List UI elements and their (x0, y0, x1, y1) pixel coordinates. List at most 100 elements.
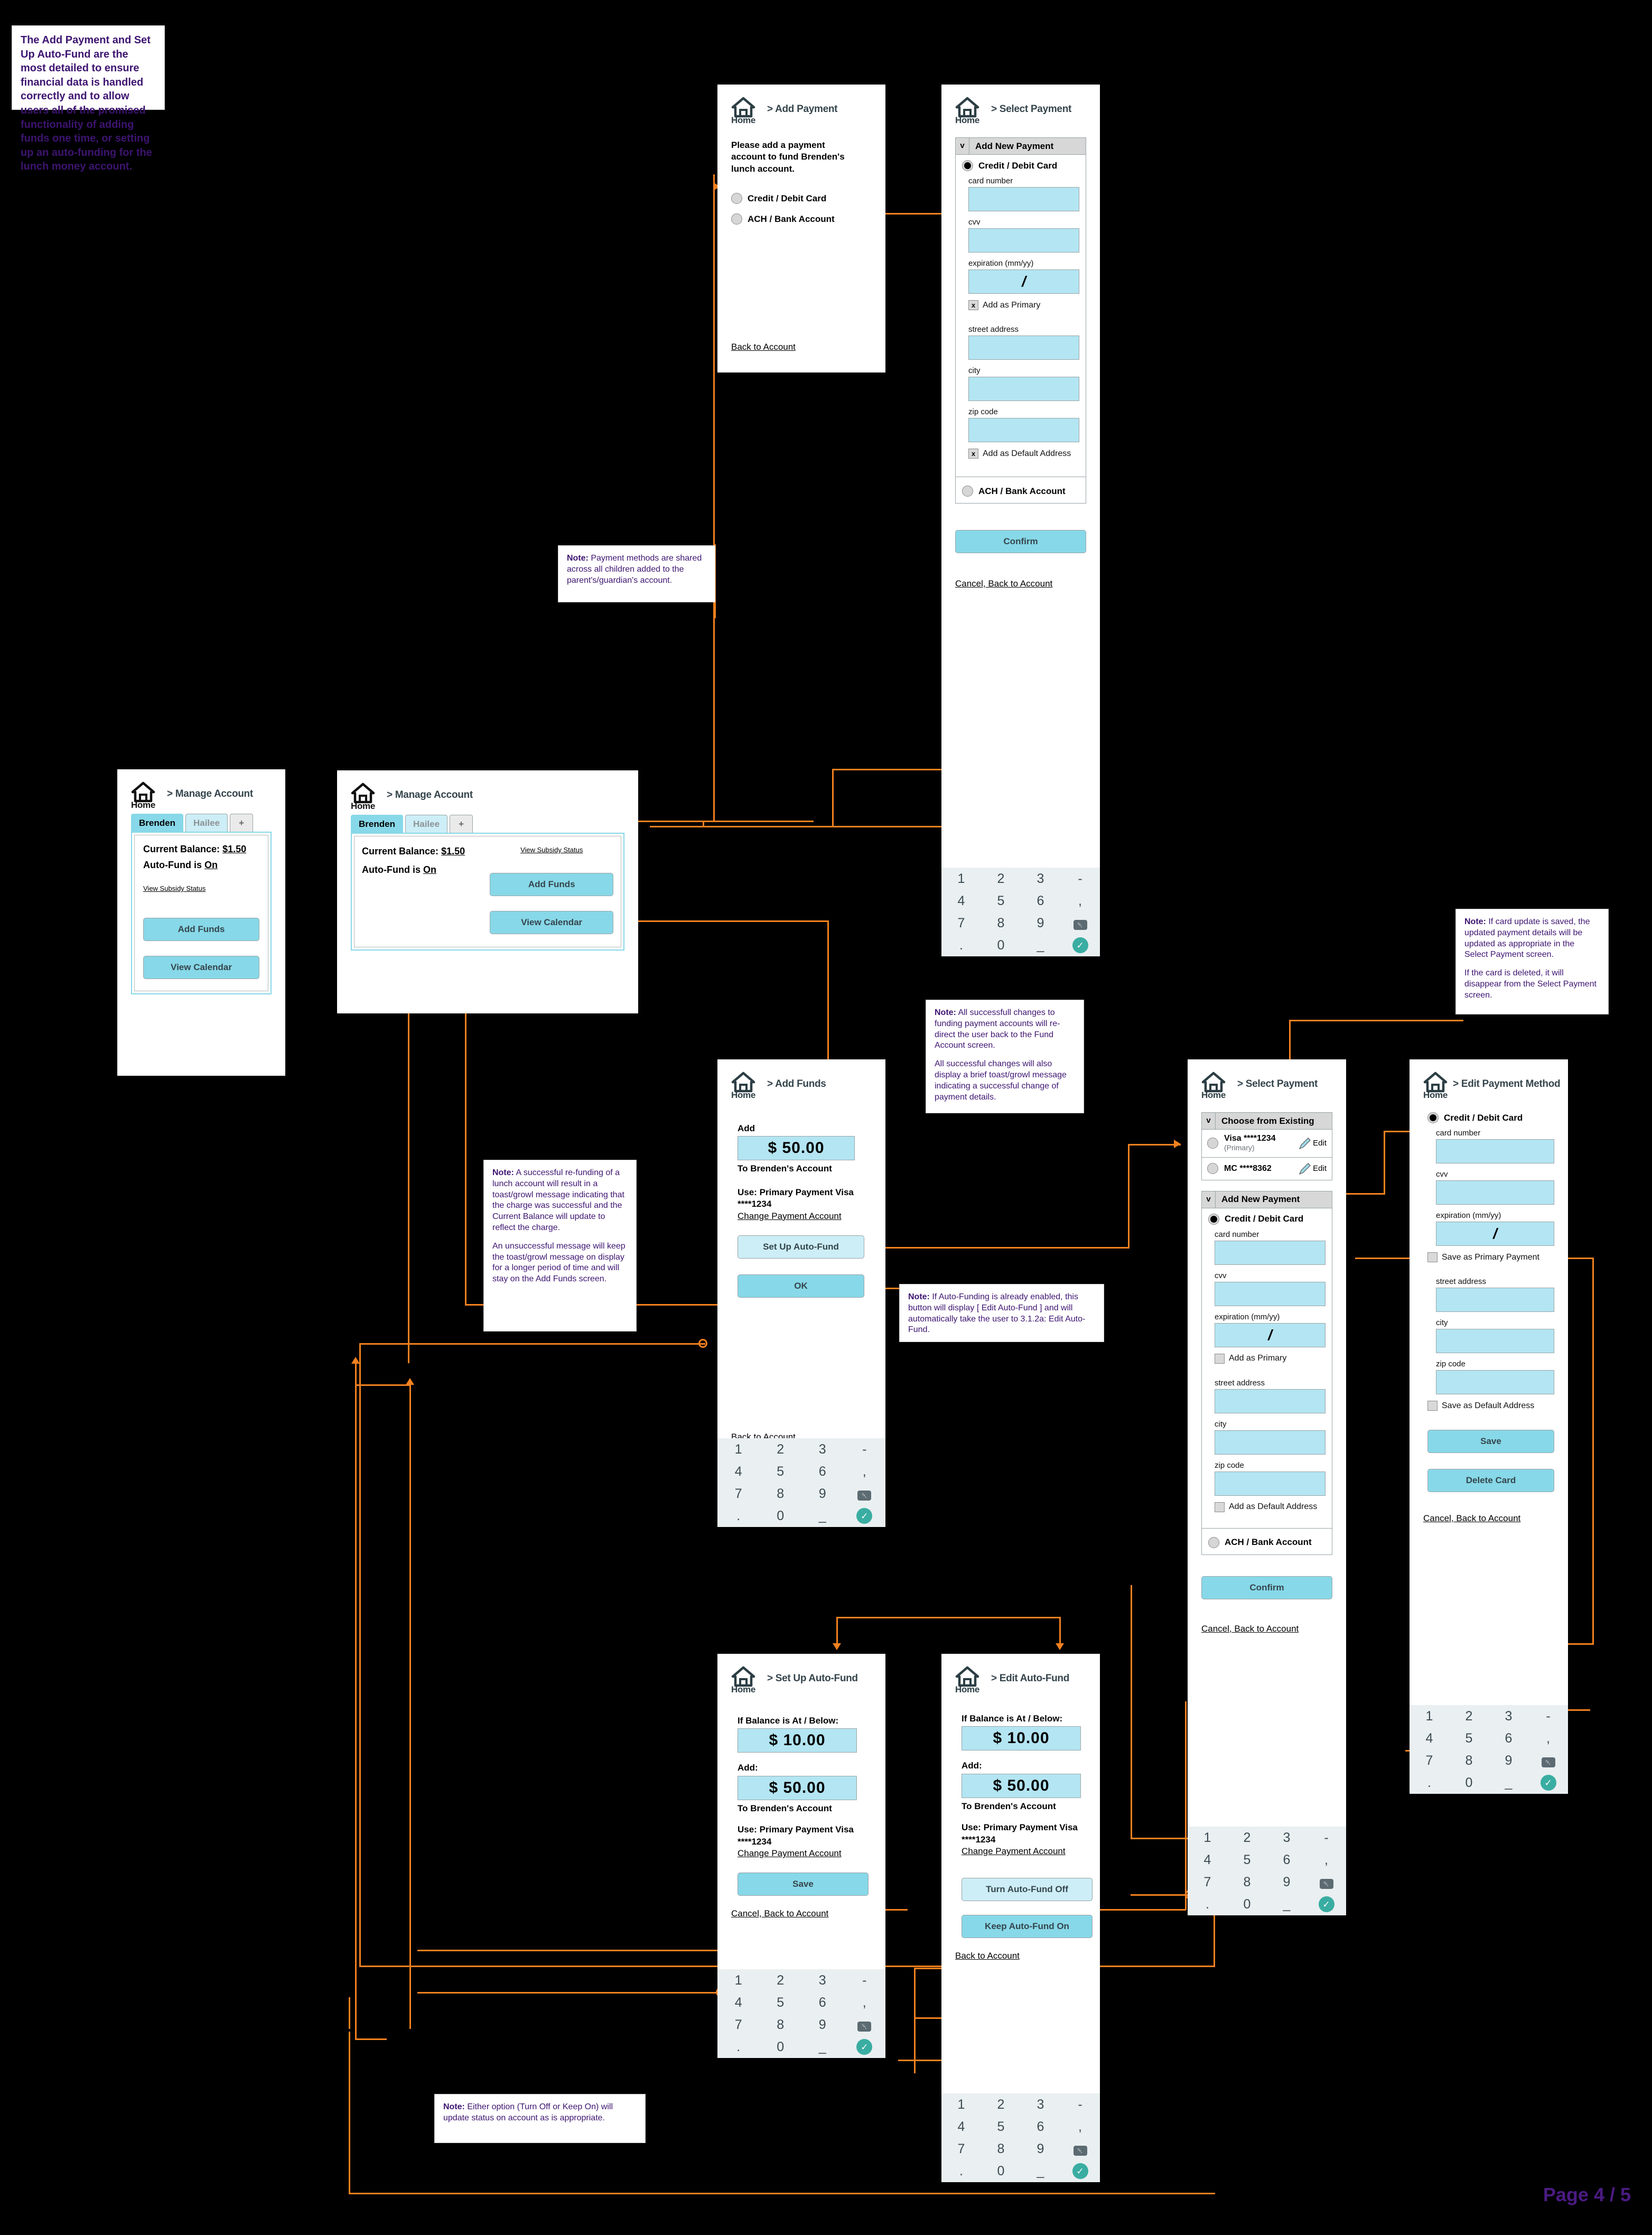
checkbox-save-as-primary-payment[interactable]: Save as Primary Payment (1427, 1252, 1554, 1262)
key-enter[interactable]: ✓ (1060, 2163, 1100, 2179)
view-calendar-button[interactable]: View Calendar (143, 956, 259, 979)
key-period[interactable]: . (717, 2040, 760, 2054)
key-backspace[interactable]: ␡ (1528, 1754, 1568, 1767)
key-7[interactable]: 7 (1188, 1875, 1227, 1889)
street-address-input[interactable] (968, 336, 1079, 360)
key-1[interactable]: 1 (717, 1973, 760, 1987)
tab-brenden[interactable]: Brenden (131, 814, 183, 832)
tab-add-child[interactable]: + (450, 815, 473, 833)
key-dash[interactable]: - (1306, 1831, 1346, 1845)
add-amount-input[interactable]: $ 50.00 (962, 1773, 1081, 1798)
street-address-input[interactable] (1436, 1288, 1554, 1312)
key-period[interactable]: . (717, 1509, 760, 1523)
cvv-input[interactable] (1215, 1281, 1326, 1306)
expiration-input[interactable]: / (968, 269, 1079, 294)
checkbox-add-as-default-address[interactable]: x Add as Default Address (968, 449, 1079, 459)
numeric-keypad[interactable]: 1 2 3 - 4 5 6 , 7 8 9 ␡ . 0 _ ✓ (1410, 1705, 1568, 1794)
key-4[interactable]: 4 (717, 1465, 760, 1478)
key-4[interactable]: 4 (941, 894, 981, 908)
key-6[interactable]: 6 (801, 1996, 844, 2009)
key-5[interactable]: 5 (1227, 1853, 1267, 1867)
key-comma[interactable]: , (1060, 894, 1100, 908)
city-input[interactable] (1215, 1430, 1326, 1455)
key-underscore[interactable]: _ (801, 2040, 844, 2054)
key-2[interactable]: 2 (1449, 1709, 1489, 1723)
confirm-button[interactable]: Confirm (955, 530, 1086, 553)
cancel-back-to-account-link[interactable]: Cancel, Back to Account (1201, 1624, 1299, 1634)
checkbox-save-as-default-address[interactable]: Save as Default Address (1427, 1401, 1554, 1411)
key-3[interactable]: 3 (1021, 2098, 1060, 2111)
key-8[interactable]: 8 (760, 1487, 802, 1501)
key-6[interactable]: 6 (1021, 894, 1060, 908)
back-to-account-link[interactable]: Back to Account (731, 342, 796, 352)
key-0[interactable]: 0 (1449, 1776, 1489, 1790)
key-underscore[interactable]: _ (1489, 1776, 1528, 1790)
key-7[interactable]: 7 (941, 2142, 981, 2156)
radio-ach-bank-account[interactable]: ACH / Bank Account (956, 477, 1086, 497)
key-dash[interactable]: - (1060, 872, 1100, 886)
key-2[interactable]: 2 (1227, 1831, 1267, 1845)
change-payment-account-link[interactable]: Change Payment Account (738, 1848, 842, 1859)
key-backspace[interactable]: ␡ (844, 1487, 886, 1501)
key-3[interactable]: 3 (801, 1442, 844, 1456)
key-0[interactable]: 0 (981, 938, 1021, 952)
key-2[interactable]: 2 (981, 872, 1021, 886)
key-5[interactable]: 5 (981, 894, 1021, 908)
card-number-input[interactable] (968, 187, 1079, 211)
key-7[interactable]: 7 (717, 2018, 760, 2032)
key-period[interactable]: . (941, 2164, 981, 2178)
cvv-input[interactable] (1436, 1180, 1554, 1205)
threshold-input[interactable]: $ 10.00 (962, 1726, 1081, 1751)
radio-credit-debit-card[interactable]: Credit / Debit Card (962, 160, 1079, 171)
key-3[interactable]: 3 (801, 1973, 844, 1987)
tab-hailee[interactable]: Hailee (185, 814, 228, 832)
key-enter[interactable]: ✓ (844, 2039, 886, 2055)
key-comma[interactable]: , (844, 1996, 886, 2009)
key-9[interactable]: 9 (1489, 1754, 1528, 1767)
home-link[interactable]: Home (731, 96, 762, 126)
ok-button[interactable]: OK (738, 1274, 864, 1298)
key-period[interactable]: . (1410, 1776, 1449, 1790)
checkbox-add-as-primary[interactable]: Add as Primary (1215, 1353, 1326, 1364)
key-comma[interactable]: , (1528, 1731, 1568, 1745)
turn-autofund-off-button[interactable]: Turn Auto-Fund Off (962, 1878, 1093, 1902)
home-link[interactable]: Home (731, 1071, 762, 1101)
keep-autofund-on-button[interactable]: Keep Auto-Fund On (962, 1915, 1093, 1939)
add-funds-button[interactable]: Add Funds (490, 873, 613, 896)
key-1[interactable]: 1 (1188, 1831, 1227, 1845)
key-underscore[interactable]: _ (801, 1509, 844, 1523)
view-calendar-button[interactable]: View Calendar (490, 911, 613, 934)
threshold-input[interactable]: $ 10.00 (738, 1728, 857, 1753)
home-link[interactable]: Home (1201, 1071, 1232, 1101)
key-backspace[interactable]: ␡ (1060, 2143, 1100, 2156)
key-4[interactable]: 4 (941, 2120, 981, 2134)
key-9[interactable]: 9 (1267, 1875, 1306, 1889)
expiration-input[interactable]: / (1215, 1323, 1326, 1347)
key-period[interactable]: . (941, 938, 981, 952)
key-4[interactable]: 4 (1188, 1853, 1227, 1867)
key-comma[interactable]: , (1306, 1853, 1346, 1867)
key-2[interactable]: 2 (760, 1442, 802, 1456)
key-3[interactable]: 3 (1267, 1831, 1306, 1845)
key-9[interactable]: 9 (1021, 916, 1060, 930)
cvv-input[interactable] (968, 228, 1079, 253)
view-subsidy-status-link[interactable]: View Subsidy Status (143, 884, 206, 892)
radio-credit-debit-card[interactable]: Credit / Debit Card (1423, 1112, 1554, 1123)
key-5[interactable]: 5 (760, 1465, 802, 1478)
key-dash[interactable]: - (1060, 2098, 1100, 2111)
card-number-input[interactable] (1215, 1240, 1326, 1265)
key-6[interactable]: 6 (1021, 2120, 1060, 2134)
key-comma[interactable]: , (844, 1465, 886, 1478)
cancel-back-to-account-link[interactable]: Cancel, Back to Account (1423, 1513, 1520, 1524)
home-link[interactable]: Home (955, 1665, 986, 1695)
numeric-keypad[interactable]: 1 2 3 - 4 5 6 , 7 8 9 ␡ . 0 _ ✓ (717, 1438, 885, 1527)
key-0[interactable]: 0 (1227, 1897, 1267, 1911)
key-comma[interactable]: , (1060, 2120, 1100, 2134)
key-underscore[interactable]: _ (1021, 938, 1060, 952)
key-0[interactable]: 0 (981, 2164, 1021, 2178)
home-link[interactable]: Home (731, 1665, 762, 1695)
tab-hailee[interactable]: Hailee (405, 815, 448, 833)
key-5[interactable]: 5 (1449, 1731, 1489, 1745)
key-underscore[interactable]: _ (1267, 1897, 1306, 1911)
key-8[interactable]: 8 (1227, 1875, 1267, 1889)
